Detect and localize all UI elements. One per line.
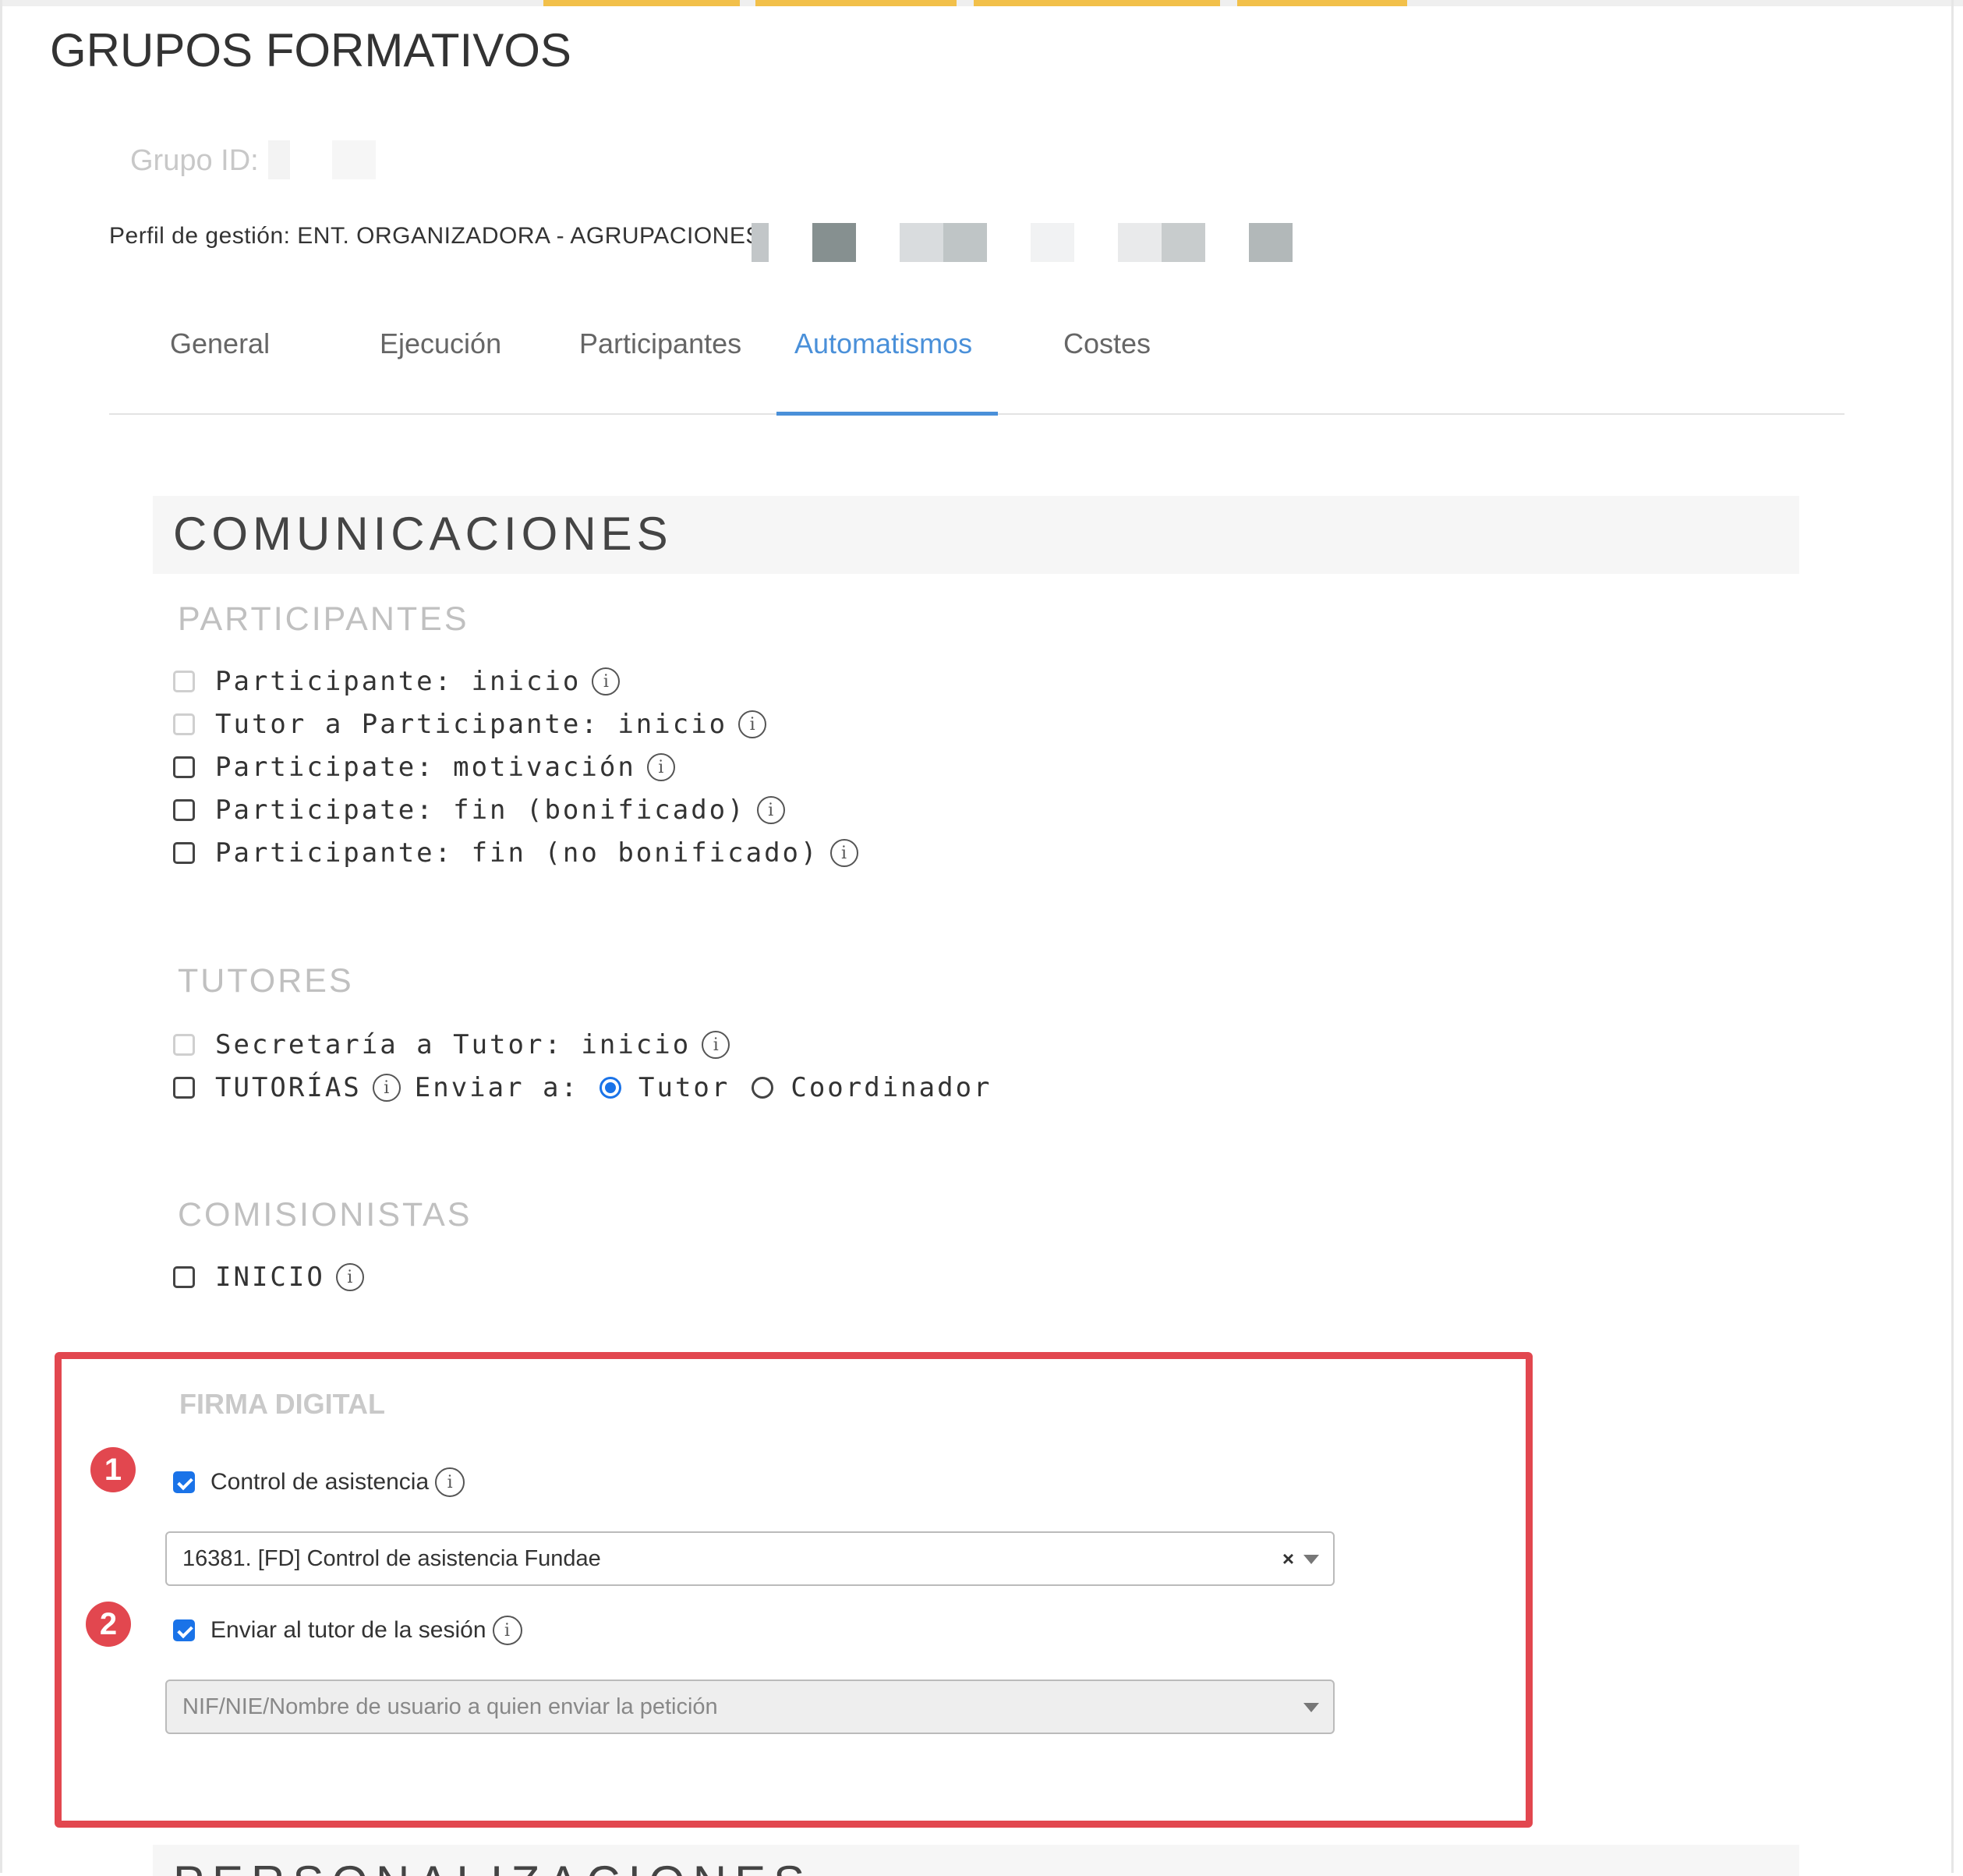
option-comisionistas-inicio: INICIO i [173,1260,364,1294]
checkbox-comisionistas-inicio[interactable] [173,1266,195,1288]
option-participante-fin-no-bonificado: Participante: fin (no bonificado) i [173,836,858,870]
option-label: Tutor a Participante: inicio [215,709,728,740]
tab-costes[interactable]: Costes [1063,327,1151,360]
redacted-block [900,223,943,262]
tab-ejecucion[interactable]: Ejecución [380,327,501,360]
info-icon[interactable]: i [702,1031,730,1059]
user-select[interactable]: NIF/NIE/Nombre de usuario a quien enviar… [165,1680,1335,1734]
redacted-block [1162,223,1205,262]
option-participante-inicio: Participante: inicio i [173,664,621,699]
option-label: Enviar al tutor de la sesión [210,1617,486,1643]
enviar-a-label: Enviar a: [414,1072,579,1103]
option-control-asistencia: Control de asistencia i [173,1467,465,1497]
select-placeholder: NIF/NIE/Nombre de usuario a quien enviar… [182,1694,718,1719]
info-icon[interactable]: i [435,1467,465,1497]
checkbox-tutorias[interactable] [173,1077,195,1099]
option-participate-fin-bonificado: Participate: fin (bonificado) i [173,793,785,827]
option-label: Control de asistencia [210,1469,430,1495]
clear-icon[interactable]: × [1282,1547,1294,1571]
option-enviar-tutor-sesion: Enviar al tutor de la sesión i [173,1616,522,1645]
redacted-block [943,223,987,262]
redacted-block [268,140,290,179]
redacted-block [812,223,856,262]
option-tutorias: TUTORÍAS i Enviar a: Tutor Coordinador [173,1071,992,1105]
info-icon[interactable]: i [738,710,767,738]
radio-tutor[interactable] [600,1077,621,1099]
option-secretaria-tutor-inicio: Secretaría a Tutor: inicio i [173,1028,730,1062]
page-title: GRUPOS FORMATIVOS [50,24,571,76]
option-participate-motivacion: Participate: motivación i [173,750,675,784]
checkbox-secretaria-tutor-inicio[interactable] [173,1034,195,1056]
subsection-participantes: PARTICIPANTES [178,600,469,638]
checkbox-participate-fin-bonificado[interactable] [173,799,195,821]
checkbox-tutor-participante-inicio[interactable] [173,713,195,735]
info-icon[interactable]: i [756,796,785,824]
redacted-block [1031,223,1074,262]
option-label: Secretaría a Tutor: inicio [215,1029,691,1060]
checkbox-participante-fin-no-bonificado[interactable] [173,842,195,864]
option-label: INICIO [215,1262,325,1293]
grupo-id-label: Grupo ID: [130,144,259,177]
subsection-tutores: TUTORES [178,962,354,1000]
select-value: 16381. [FD] Control de asistencia Fundae [182,1545,601,1571]
option-label: Participante: inicio [215,666,582,697]
option-label: Participate: motivación [215,752,636,783]
highlight-box [55,1352,1533,1828]
info-icon[interactable]: i [592,667,621,696]
redacted-block [332,140,376,179]
option-tutor-participante-inicio: Tutor a Participante: inicio i [173,707,767,742]
perfil-gestion: Perfil de gestión: ENT. ORGANIZADORA - A… [109,223,762,249]
radio-coordinador[interactable] [752,1077,774,1099]
option-label: TUTORÍAS [215,1072,362,1103]
redacted-block [1249,223,1293,262]
caret-down-icon[interactable] [1303,1555,1319,1564]
section-title: PERSONALIZACIONES [173,1856,812,1876]
info-icon[interactable]: i [335,1263,364,1291]
active-tab-indicator [776,412,998,416]
radio-coordinador-label: Coordinador [791,1072,992,1103]
tab-participantes[interactable]: Participantes [579,327,741,360]
step-badge-2: 2 [86,1602,131,1647]
checkbox-control-asistencia[interactable] [173,1471,195,1493]
caret-down-icon[interactable] [1303,1703,1319,1712]
option-label: Participante: fin (no bonificado) [215,837,819,869]
section-title: COMUNICACIONES [173,508,673,560]
section-comunicaciones: COMUNICACIONES [153,496,1799,574]
checkbox-participate-motivacion[interactable] [173,756,195,778]
info-icon[interactable]: i [492,1616,522,1645]
radio-tutor-label: Tutor [638,1072,730,1103]
checkbox-enviar-tutor-sesion[interactable] [173,1619,195,1641]
control-asistencia-select[interactable]: 16381. [FD] Control de asistencia Fundae… [165,1531,1335,1586]
tab-bar: General Ejecución Participantes Automati… [109,312,1845,416]
option-label: Participate: fin (bonificado) [215,795,746,826]
info-icon[interactable]: i [646,753,675,781]
subsection-firma-digital: FIRMA DIGITAL [179,1388,385,1420]
info-icon[interactable]: i [372,1074,401,1102]
section-personalizaciones: PERSONALIZACIONES [153,1845,1799,1876]
tab-general[interactable]: General [170,327,270,360]
subsection-comisionistas: COMISIONISTAS [178,1196,472,1234]
tab-automatismos[interactable]: Automatismos [794,327,972,360]
step-badge-1: 1 [90,1447,136,1492]
redacted-block [1118,223,1162,262]
info-icon[interactable]: i [829,839,858,867]
checkbox-participante-inicio[interactable] [173,671,195,692]
redacted-block [752,223,769,262]
